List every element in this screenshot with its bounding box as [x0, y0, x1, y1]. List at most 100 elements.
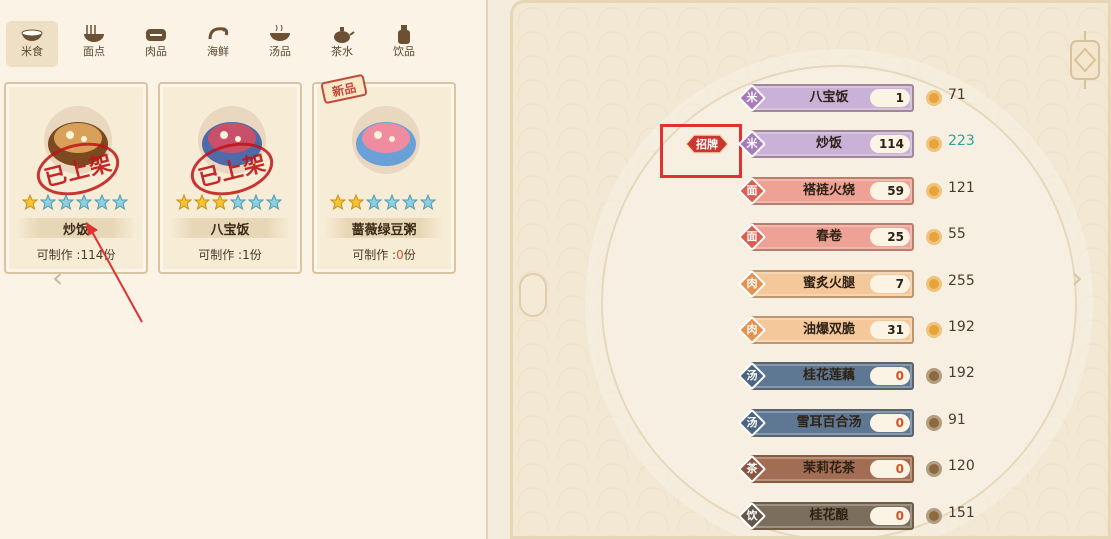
coin-icon	[926, 321, 942, 338]
dish-name: 茉莉花茶	[802, 461, 855, 477]
dish-bar[interactable]: 春卷 25	[750, 223, 914, 252]
dish-stock-count: 1	[870, 89, 910, 107]
dish-bar[interactable]: 茉莉花茶 0	[750, 455, 914, 484]
star-empty-icon	[94, 194, 110, 210]
dish-stock-count: 31	[870, 320, 910, 339]
star-empty-icon	[112, 194, 128, 210]
dish-type-icon: 米	[737, 130, 767, 159]
dish-row[interactable]: 蜜炙火腿 7 肉 255	[737, 269, 1038, 316]
dish-price: 255	[948, 272, 975, 289]
dish-type-icon: 汤	[737, 408, 767, 437]
teapot-icon	[334, 27, 355, 43]
star-empty-icon	[266, 194, 282, 210]
coin-icon	[926, 414, 942, 431]
recipe-grid: 已上架 炒饭 可制作 :114份 已上架 八宝饭 可制作 :1份 新品 蔷薇绿豆…	[4, 73, 456, 274]
dish-bar[interactable]: 桂花莲藕 0	[750, 362, 914, 391]
dish-name: 春卷	[815, 229, 842, 245]
dish-name: 八宝饭	[809, 90, 849, 105]
star-empty-icon	[248, 194, 264, 210]
dish-price: 120	[948, 458, 975, 475]
coin-icon	[926, 275, 942, 292]
star-filled-icon	[22, 194, 38, 210]
dish-bar[interactable]: 八宝饭 1	[750, 84, 914, 112]
tab-label: 汤品	[269, 45, 291, 58]
star-filled-icon	[212, 194, 228, 210]
dish-bar[interactable]: 油爆双脆 31	[750, 315, 914, 344]
star-empty-icon	[40, 194, 56, 210]
dish-row[interactable]: 雪耳百合汤 0 汤 91	[737, 408, 1038, 455]
tab-category-5[interactable]: 茶水	[316, 21, 368, 67]
dish-row[interactable]: 炒饭 114 米 223	[737, 130, 1038, 176]
dish-type-icon: 肉	[737, 269, 767, 298]
dish-type-icon: 米	[737, 83, 767, 113]
dish-name: 油爆双脆	[802, 321, 855, 337]
star-empty-icon	[384, 194, 400, 210]
dish-stock-count: 7	[870, 274, 910, 293]
dish-name: 蜜炙火腿	[802, 275, 855, 291]
dish-type-icon: 面	[737, 223, 767, 252]
coin-icon	[926, 182, 942, 199]
dish-row[interactable]: 褡裢火烧 59 面 121	[737, 176, 1038, 223]
star-empty-icon	[58, 194, 74, 210]
soup-icon	[270, 24, 290, 41]
shrimp-icon	[208, 27, 229, 40]
drink-bottle-icon	[398, 25, 410, 44]
dish-bar[interactable]: 褡裢火烧 59	[750, 176, 914, 205]
dish-row[interactable]: 桂花莲藕 0 汤 192	[737, 362, 1038, 408]
noodle-bowl-icon	[84, 25, 104, 42]
makeable-count: 可制作 :0份	[352, 248, 416, 262]
dish-row[interactable]: 油爆双脆 31 肉 192	[737, 315, 1038, 362]
tab-label: 米食	[21, 45, 43, 58]
dish-bar[interactable]: 雪耳百合汤 0	[750, 408, 914, 437]
star-rating	[176, 194, 282, 210]
dish-bar[interactable]: 桂花酿 0	[750, 501, 914, 530]
dish-name: 炒饭	[815, 136, 842, 152]
tab-category-6[interactable]: 饮品	[378, 21, 430, 67]
dish-bar[interactable]: 蜜炙火腿 7	[750, 269, 914, 298]
dish-stock-count: 0	[870, 413, 910, 432]
star-empty-icon	[230, 194, 246, 210]
collapse-handle[interactable]	[519, 273, 547, 317]
tab-label: 肉品	[145, 45, 167, 58]
dish-name: 桂花酿	[809, 507, 849, 523]
new-badge: 新品	[320, 73, 368, 105]
tab-category-2[interactable]: 肉品	[130, 21, 182, 67]
recipe-name: 蔷薇绿豆粥	[324, 218, 444, 238]
dish-price: 71	[948, 87, 966, 103]
signature-badge[interactable]: 招牌	[684, 131, 730, 157]
dish-price: 192	[948, 318, 975, 335]
meat-icon	[146, 29, 166, 41]
next-page-chevron-icon[interactable]: ›	[1071, 261, 1083, 296]
coin-icon	[926, 368, 942, 385]
dish-type-icon: 肉	[737, 315, 767, 345]
tab-category-4[interactable]: 汤品	[254, 21, 306, 67]
dish-name: 桂花莲藕	[802, 368, 855, 384]
prev-page-chevron-icon[interactable]: ‹	[52, 262, 72, 294]
dish-row[interactable]: 茉莉花茶 0 茶 120	[737, 454, 1038, 501]
recipe-panel: 米食 面点 肉品 海鲜 汤品 茶水 饮品 已上架 炒饭 可制作 :114份 已上…	[0, 0, 488, 539]
coin-icon	[926, 461, 942, 478]
dish-name: 雪耳百合汤	[796, 414, 862, 430]
category-tabs: 米食 面点 肉品 海鲜 汤品 茶水 饮品	[0, 0, 488, 74]
tab-category-1[interactable]: 面点	[68, 21, 120, 67]
tab-label: 茶水	[331, 45, 353, 58]
dish-row[interactable]: 桂花酿 0 饮 151	[737, 501, 1038, 539]
tab-label: 饮品	[393, 45, 415, 58]
dish-row[interactable]: 春卷 25 面 55	[737, 223, 1038, 269]
dish-row[interactable]: 八宝饭 1 米 71	[737, 83, 1038, 130]
dish-stock-count: 114	[870, 135, 910, 154]
dish-price: 151	[948, 504, 975, 521]
tab-category-0[interactable]: 米食	[6, 21, 58, 67]
star-empty-icon	[420, 194, 436, 210]
tab-category-3[interactable]: 海鲜	[192, 21, 244, 67]
dish-stock-count: 0	[870, 460, 910, 479]
recipe-card[interactable]: 已上架 八宝饭 可制作 :1份	[158, 82, 302, 274]
annotation-arrow	[86, 222, 143, 323]
dish-price: 121	[948, 179, 975, 196]
dish-price: 91	[948, 411, 966, 428]
dish-price: 192	[948, 365, 975, 382]
dish-bar[interactable]: 炒饭 114	[750, 130, 914, 159]
star-empty-icon	[402, 194, 418, 210]
dish-price: 223	[948, 133, 975, 150]
recipe-card[interactable]: 新品 蔷薇绿豆粥 可制作 :0份	[312, 73, 456, 274]
